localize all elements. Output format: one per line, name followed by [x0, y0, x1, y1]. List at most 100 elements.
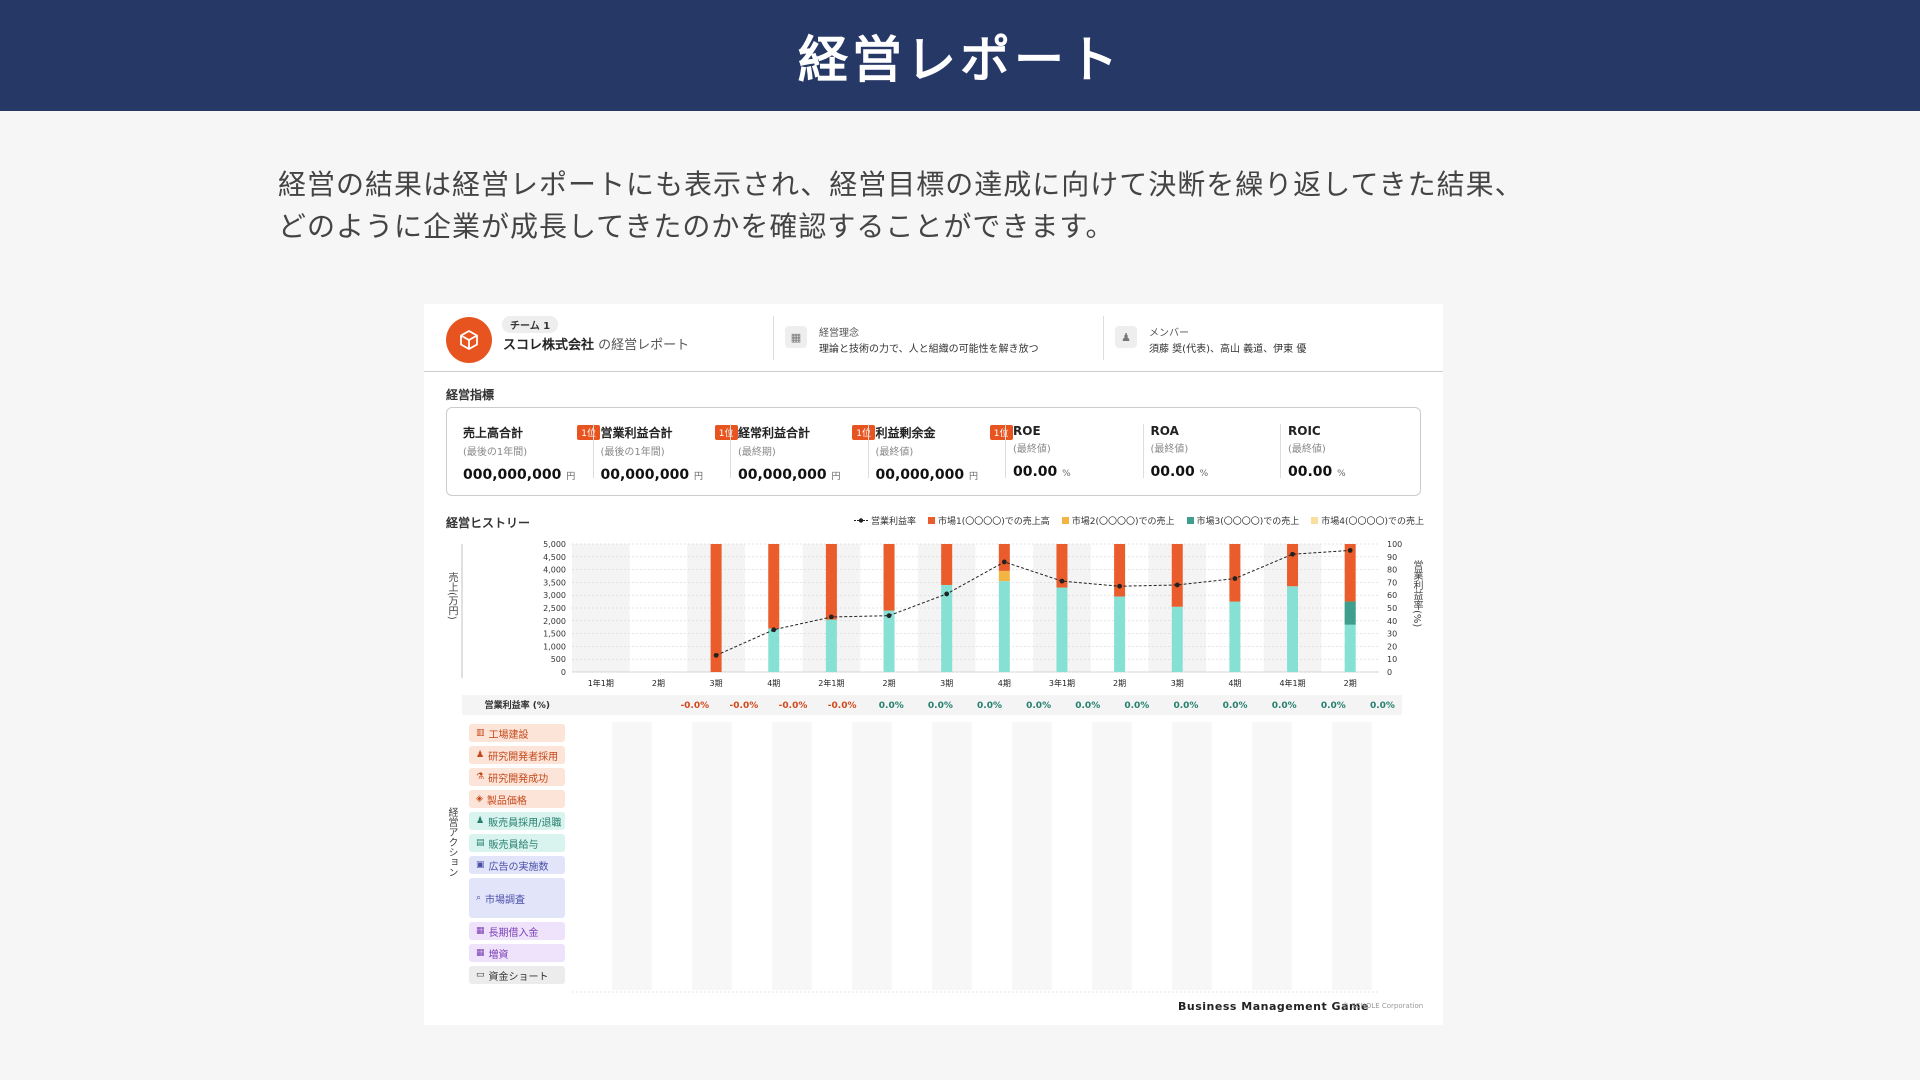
rate-value: 0.0% [977, 701, 1002, 711]
legend-item-m4: 市場4(〇〇〇〇)での売上 [1311, 514, 1424, 527]
kpi-unit: 円 [566, 472, 576, 482]
kpi-item: ROA (最終値) 00.00 % [1151, 424, 1288, 480]
action-row-label: ▭ 資金ショート [469, 966, 565, 984]
y-tick-label: 2,000 [543, 617, 566, 626]
y-tick-label: 1,500 [543, 630, 566, 639]
kpi-value-row: 00,000,000 円 [738, 467, 875, 483]
action-grid-band [852, 722, 892, 990]
action-row-label: ▥ 工場建設 [469, 724, 565, 742]
y-axis-label: 売上(万円) [446, 572, 457, 620]
x-tick-label: 2期 [882, 679, 895, 688]
rate-value: 0.0% [1272, 701, 1297, 711]
action-label: 増資 [488, 949, 509, 961]
action-label: 研究開発成功 [488, 773, 549, 785]
profit-rate-point [1347, 548, 1353, 553]
y2-tick-label: 70 [1387, 578, 1397, 587]
action-grid-band [1092, 722, 1132, 990]
kpi-divider [592, 424, 594, 478]
y2-tick-label: 90 [1387, 553, 1397, 562]
profit-rate-point [944, 591, 950, 597]
kpi-item: 売上高合計 (最後の1年間) 000,000,000 円 1位 [463, 424, 600, 483]
bar-market1 [768, 544, 780, 629]
kpi-value: 00.00 [1288, 464, 1333, 480]
philosophy-label: 経営理念 [819, 328, 859, 339]
header-divider [773, 316, 774, 360]
profit-rate-point [1117, 583, 1123, 589]
rate-value: 0.0% [1173, 701, 1198, 711]
y-tick-label: 1,000 [543, 642, 566, 651]
kpi-unit: 円 [693, 472, 703, 482]
bar-market3 [1229, 601, 1241, 672]
team-badge: チーム 1 [502, 316, 559, 333]
bar-market1 [883, 544, 895, 611]
y-tick-label: 2,500 [543, 604, 566, 613]
chart-legend: 営業利益率 市場1(〇〇〇〇)での売上高 市場2(〇〇〇〇)での売上 市場3(〇… [804, 514, 1424, 527]
legend-item-line: 営業利益率 [853, 514, 916, 527]
action-label: 資金ショート [488, 971, 549, 983]
kpi-divider [730, 424, 731, 478]
lead-line-2: どのように企業が成長してきたのかを確認することができます。 [278, 210, 1115, 243]
profit-rate-point [1232, 576, 1238, 581]
x-tick-label: 2期 [1113, 679, 1126, 688]
kpi-subtitle: (最終値) [875, 447, 914, 458]
lead-text: 経営の結果は経営レポートにも表示され、経営目標の達成に向けて決断を繰り返してきた… [278, 164, 1678, 248]
bar-market3 [998, 581, 1010, 672]
action-row-label: ▤ 販売員給与 [469, 834, 565, 852]
action-row-label: ▣ 広告の実施数 [469, 856, 565, 874]
kpi-subtitle: (最終値) [1288, 444, 1326, 455]
y2-tick-label: 30 [1387, 630, 1397, 639]
price-tag-icon: ◈ [476, 794, 483, 804]
x-tick-label: 3年1期 [1049, 678, 1075, 688]
company-suffix: の経営レポート [598, 338, 690, 353]
factory-icon: ▥ [476, 728, 485, 738]
profit-rate-point [1059, 578, 1065, 584]
members-label: メンバー [1149, 328, 1189, 339]
legend-label: 営業利益率 [870, 517, 916, 527]
y2-tick-label: 60 [1387, 591, 1397, 600]
action-label: 製品価格 [486, 795, 527, 807]
action-row-label: ⚗ 研究開発成功 [469, 768, 565, 786]
bar-market3-accent [1344, 601, 1356, 625]
megaphone-icon: ▣ [476, 860, 485, 870]
kpi-value: 00,000,000 [600, 467, 690, 483]
kpi-value: 00.00 [1150, 464, 1195, 480]
kpi-item: 経常利益合計 (最終期) 00,000,000 円 1位 [738, 424, 875, 483]
rank-badge: 1位 [714, 425, 738, 440]
kpi-divider [1280, 424, 1281, 478]
bar-market2 [998, 570, 1010, 582]
kpi-panel: 売上高合計 (最後の1年間) 000,000,000 円 1位 営業利益合計 (最後の1年… [446, 407, 1421, 496]
y2-tick-label: 20 [1387, 642, 1397, 651]
kpi-value: 000,000,000 [463, 467, 562, 483]
rate-value: 0.0% [1075, 701, 1100, 711]
kpi-unit: 円 [968, 472, 978, 482]
x-tick-label: 3期 [710, 679, 723, 688]
legend-label: 市場4(〇〇〇〇)での売上 [1321, 517, 1424, 527]
kpi-value-row: 00.00 % [1013, 464, 1150, 480]
kpi-title: ROE [1013, 424, 1041, 438]
footer-brand: Business Management Game [1178, 1000, 1369, 1013]
rate-value: 0.0% [879, 701, 904, 711]
kpi-unit: 円 [831, 472, 841, 482]
kpi-unit: % [1337, 469, 1346, 479]
x-tick-label: 3期 [1171, 679, 1184, 688]
bar-market3 [825, 619, 837, 672]
profit-rate-point [771, 627, 777, 633]
y2-tick-label: 10 [1387, 655, 1397, 664]
kpi-value-row: 000,000,000 円 [463, 467, 600, 483]
x-tick-label: 4年1期 [1279, 678, 1305, 688]
bank-icon: ▦ [476, 926, 485, 936]
action-grid-band [692, 722, 732, 990]
y-tick-label: 3,500 [543, 578, 566, 587]
bar-market3 [883, 610, 895, 672]
kpi-item: 営業利益合計 (最後の1年間) 00,000,000 円 1位 [601, 424, 738, 483]
x-tick-label: 4期 [998, 679, 1011, 688]
company-logo-icon [446, 317, 492, 363]
kpi-subtitle: (最後の1年間) [463, 447, 528, 458]
y2-tick-label: 80 [1387, 566, 1397, 575]
bar-market1 [941, 544, 953, 585]
bar-market3 [768, 628, 780, 672]
rate-value: 0.0% [1321, 701, 1346, 711]
flask-icon: ⚗ [476, 772, 485, 782]
x-tick-label: 2年1期 [818, 678, 844, 688]
kpi-divider [1142, 424, 1144, 478]
